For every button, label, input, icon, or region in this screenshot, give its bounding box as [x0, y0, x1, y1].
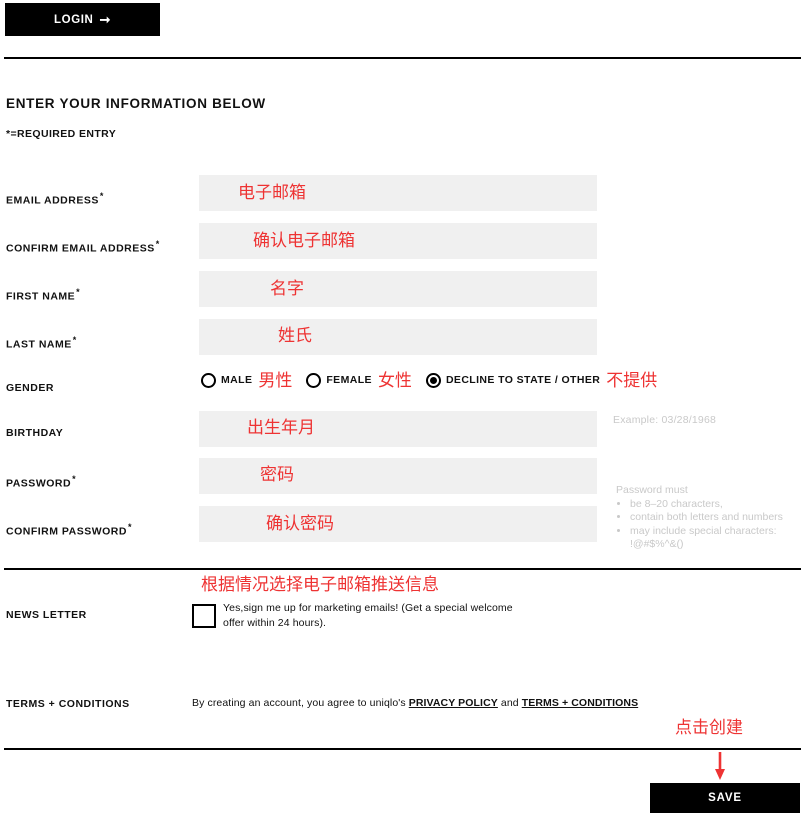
annotation-female: 女性: [377, 370, 412, 390]
terms-agreement-text: By creating an account, you agree to uni…: [192, 697, 638, 709]
last-name-input[interactable]: [199, 319, 597, 355]
password-requirements-title: Password must: [616, 484, 688, 496]
radio-option-decline[interactable]: DECLINE TO STATE / OTHER 不提供: [425, 370, 658, 390]
radio-option-male[interactable]: MALE 男性: [201, 372, 292, 389]
label-news-letter: NEWS LETTER: [6, 609, 87, 621]
password-rule-item: be 8–20 characters,: [630, 498, 801, 512]
password-input[interactable]: [199, 458, 597, 494]
password-rule-item: contain both letters and numbers: [630, 511, 801, 525]
radio-option-female[interactable]: FEMALE 女性: [306, 372, 412, 389]
save-button[interactable]: SAVE: [650, 783, 800, 813]
arrow-right-icon: ➞: [99, 12, 111, 27]
login-button[interactable]: LOGIN ➞: [5, 3, 160, 36]
first-name-input[interactable]: [199, 271, 597, 307]
radio-label-male: MALE: [221, 374, 253, 386]
label-email-address: EMAIL ADDRESS*: [6, 191, 104, 207]
terms-text-before: By creating an account, you agree to uni…: [192, 697, 409, 709]
label-confirm-email-address: CONFIRM EMAIL ADDRESS*: [6, 239, 160, 255]
terms-text-middle: and: [497, 697, 522, 709]
required-entry-note: *=REQUIRED ENTRY: [6, 128, 117, 140]
gender-radio-group: MALE 男性 FEMALE 女性 DECLINE TO STATE / OTH…: [201, 370, 671, 390]
radio-icon-decline[interactable]: [425, 372, 441, 388]
divider-newsletter: [4, 568, 801, 570]
login-button-label: LOGIN: [54, 13, 94, 26]
radio-label-decline: DECLINE TO STATE / OTHER: [445, 374, 601, 386]
divider-bottom: [4, 748, 801, 750]
confirm-password-input[interactable]: [199, 506, 597, 542]
email-address-input[interactable]: [199, 175, 597, 211]
annotation-decline: 不提供: [606, 370, 658, 390]
password-requirements: Password must be 8–20 characters, contai…: [616, 484, 801, 552]
label-last-name: LAST NAME*: [6, 335, 77, 351]
page-title: ENTER YOUR INFORMATION BELOW: [6, 96, 266, 111]
radio-icon-female[interactable]: [306, 372, 322, 388]
label-confirm-password: CONFIRM PASSWORD*: [6, 522, 132, 538]
annotation-save: 点击创建: [675, 718, 743, 737]
label-gender: GENDER: [6, 382, 54, 394]
radio-label-female: FEMALE: [326, 374, 372, 386]
annotation-newsletter: 根据情况选择电子邮箱推送信息: [201, 575, 439, 594]
arrow-down-icon: [715, 752, 725, 780]
label-first-name: FIRST NAME*: [6, 287, 81, 303]
terms-conditions-link[interactable]: TERMS + CONDITIONS: [522, 697, 638, 709]
newsletter-checkbox[interactable]: [192, 604, 216, 628]
label-password: PASSWORD*: [6, 474, 77, 490]
label-terms-conditions: TERMS + CONDITIONS: [6, 698, 130, 710]
radio-icon-male[interactable]: [201, 372, 216, 388]
birthday-input[interactable]: [199, 411, 597, 447]
divider-top: [4, 57, 801, 59]
save-button-label: SAVE: [708, 792, 742, 804]
annotation-male: 男性: [258, 370, 293, 390]
label-birthday: BIRTHDAY: [6, 427, 64, 439]
password-requirements-list: be 8–20 characters, contain both letters…: [616, 498, 801, 552]
newsletter-consent-text: Yes,sign me up for marketing emails! (Ge…: [223, 602, 513, 629]
password-rule-item: may include special characters: !@#$%^&(…: [630, 525, 801, 552]
birthday-example-hint: Example: 03/28/1968: [613, 414, 717, 426]
confirm-email-address-input[interactable]: [199, 223, 597, 259]
privacy-policy-link[interactable]: PRIVACY POLICY: [409, 697, 498, 709]
